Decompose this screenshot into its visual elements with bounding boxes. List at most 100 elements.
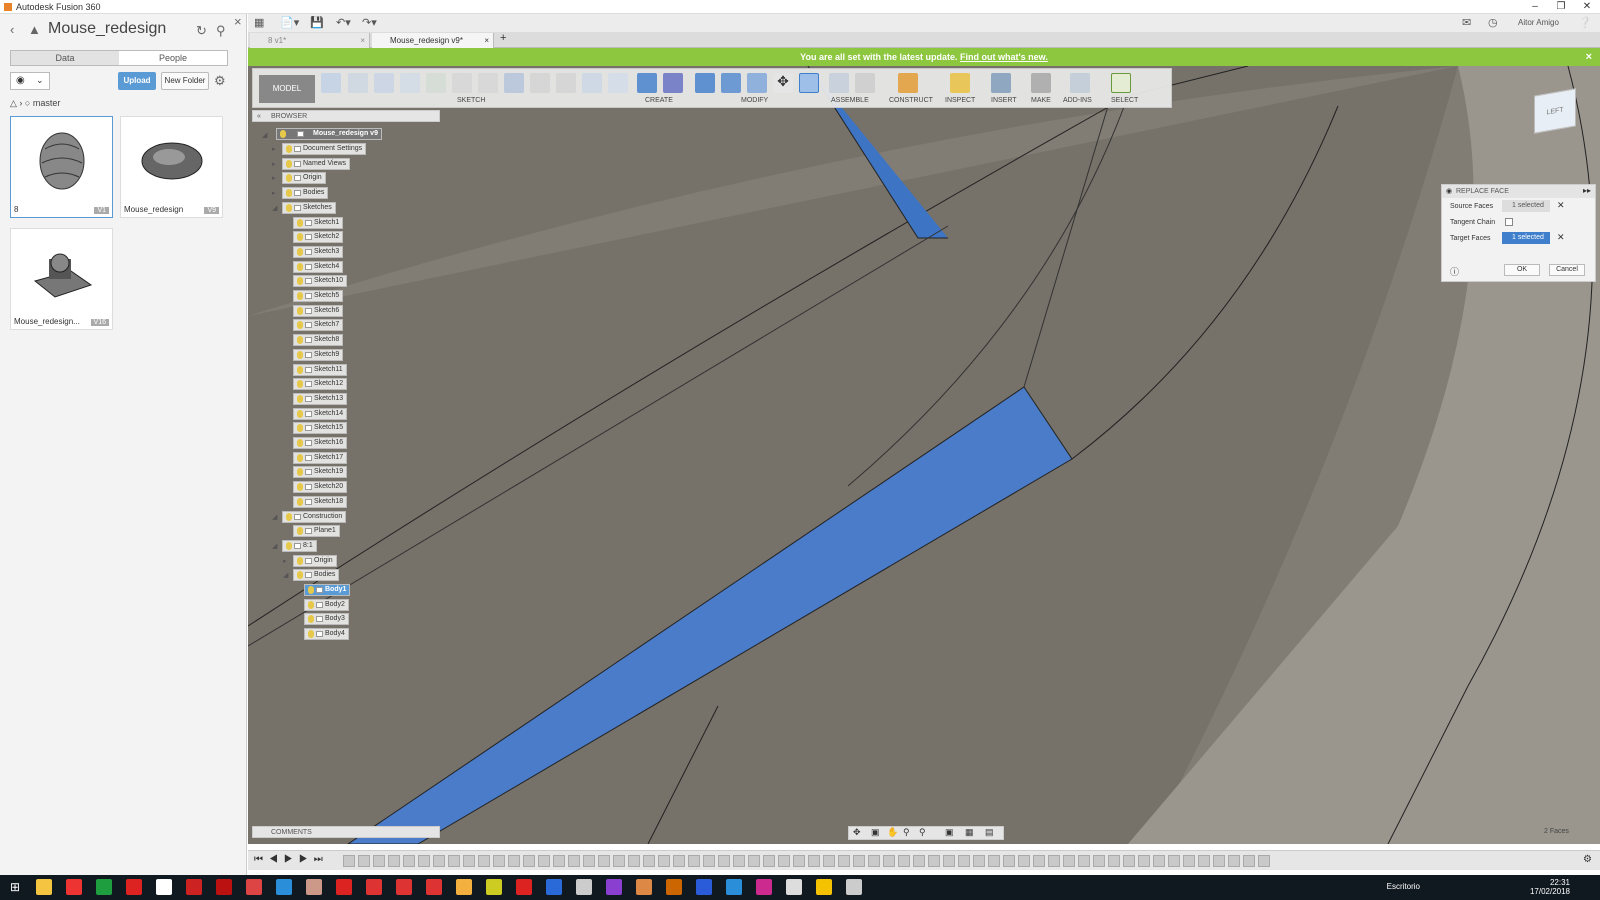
timeline-feature-icon[interactable]	[583, 855, 595, 867]
select-icon[interactable]	[1111, 73, 1131, 93]
view-toggle-button[interactable]: ◉ ⌄	[10, 72, 50, 90]
timeline-feature-icon[interactable]	[553, 855, 565, 867]
timeline-feature-icon[interactable]	[388, 855, 400, 867]
timeline-feature-icon[interactable]	[1228, 855, 1240, 867]
visibility-bulb-icon[interactable]	[286, 512, 292, 521]
visibility-bulb-icon[interactable]	[297, 306, 303, 315]
tab-people[interactable]: People	[119, 51, 227, 65]
timeline-features[interactable]	[343, 855, 1523, 867]
taskbar-app-icon[interactable]	[486, 879, 502, 895]
timeline-feature-icon[interactable]	[778, 855, 790, 867]
taskbar-app-icon[interactable]	[36, 879, 52, 895]
visibility-bulb-icon[interactable]	[308, 600, 314, 609]
browser-node[interactable]: Sketch7	[293, 319, 344, 332]
timeline-feature-icon[interactable]	[1243, 855, 1255, 867]
timeline-feature-icon[interactable]	[1213, 855, 1225, 867]
close-banner-icon[interactable]: ×	[1586, 48, 1592, 66]
timeline-feature-icon[interactable]	[688, 855, 700, 867]
expand-arrow-icon[interactable]: ◢	[272, 542, 277, 550]
browser-node[interactable]: Sketch11	[293, 363, 347, 376]
modify-menu[interactable]: MODIFY	[741, 97, 768, 104]
visibility-bulb-icon[interactable]	[286, 174, 292, 183]
notifications-icon[interactable]: ✉	[1462, 16, 1471, 29]
orbit-icon[interactable]: ✥	[853, 827, 861, 838]
offset-plane-icon[interactable]	[898, 73, 918, 93]
timeline-feature-icon[interactable]	[1078, 855, 1090, 867]
model-canvas[interactable]	[248, 66, 1600, 844]
timeline-feature-icon[interactable]	[478, 855, 490, 867]
joint-icon[interactable]	[855, 73, 875, 93]
browser-node[interactable]: Bodies	[293, 569, 340, 582]
timeline-feature-icon[interactable]	[763, 855, 775, 867]
visibility-bulb-icon[interactable]	[297, 233, 303, 242]
project-share-icon[interactable]: ▲	[28, 22, 41, 37]
visibility-bulb-icon[interactable]	[297, 292, 303, 300]
taskbar-app-icon[interactable]	[666, 879, 682, 895]
visibility-bulb-icon[interactable]	[297, 380, 303, 389]
visibility-bulb-icon[interactable]	[297, 424, 303, 433]
taskbar-app-icon[interactable]	[786, 879, 802, 895]
replace-face-icon[interactable]	[799, 73, 819, 93]
timeline-feature-icon[interactable]	[868, 855, 880, 867]
timeline-feature-icon[interactable]	[958, 855, 970, 867]
browser-node[interactable]: Construction	[282, 510, 347, 523]
timeline-feature-icon[interactable]	[1093, 855, 1105, 867]
job-status-icon[interactable]: ◷	[1488, 16, 1498, 29]
browser-node[interactable]: Sketch18	[293, 495, 348, 508]
taskbar-app-icon[interactable]	[636, 879, 652, 895]
timeline-feature-icon[interactable]	[1123, 855, 1135, 867]
taskbar-app-icon[interactable]	[606, 879, 622, 895]
timeline-feature-icon[interactable]	[733, 855, 745, 867]
visibility-bulb-icon[interactable]	[308, 586, 314, 594]
visibility-bulb-icon[interactable]	[297, 453, 303, 462]
visibility-bulb-icon[interactable]	[297, 247, 303, 256]
browser-node[interactable]: Named Views	[282, 157, 351, 170]
visibility-bulb-icon[interactable]	[297, 439, 303, 447]
timeline-feature-icon[interactable]	[598, 855, 610, 867]
timeline-feature-icon[interactable]	[748, 855, 760, 867]
taskbar-app-icon[interactable]	[696, 879, 712, 895]
visibility-bulb-icon[interactable]	[308, 615, 314, 624]
line-icon[interactable]	[530, 73, 550, 93]
expand-arrow-icon[interactable]: ◢	[272, 204, 277, 212]
timeline-feature-icon[interactable]	[1153, 855, 1165, 867]
inspect-menu[interactable]: INSPECT	[945, 97, 975, 104]
clear-target-icon[interactable]: ✕	[1557, 232, 1565, 243]
timeline-feature-icon[interactable]	[463, 855, 475, 867]
assemble-menu[interactable]: ASSEMBLE	[831, 97, 869, 104]
grid-settings-icon[interactable]: ▦	[965, 827, 974, 838]
close-tab-icon[interactable]: ×	[360, 33, 365, 48]
browser-node[interactable]: Sketch4	[293, 260, 344, 273]
insert-menu[interactable]: INSERT	[991, 97, 1017, 104]
taskbar-app-icon[interactable]	[516, 879, 532, 895]
timeline-playback-icon[interactable]: ⏮◀▶▶⏭	[254, 854, 329, 865]
expand-arrow-icon[interactable]: ▸	[272, 174, 276, 182]
spline-icon[interactable]	[582, 73, 602, 93]
sketch-menu[interactable]: SKETCH	[457, 97, 485, 104]
timeline-feature-icon[interactable]	[613, 855, 625, 867]
browser-node[interactable]: Body2	[304, 598, 349, 611]
browser-node[interactable]: 8:1	[282, 539, 317, 552]
timeline-feature-icon[interactable]	[568, 855, 580, 867]
timeline-feature-icon[interactable]	[493, 855, 505, 867]
fillet-sketch-icon[interactable]	[426, 73, 446, 93]
taskbar-app-icon[interactable]	[216, 879, 232, 895]
timeline-feature-icon[interactable]	[433, 855, 445, 867]
3d-viewport[interactable]	[248, 66, 1600, 844]
browser-node[interactable]: Sketch3	[293, 245, 344, 258]
create-menu[interactable]: CREATE	[645, 97, 673, 104]
file-thumbnail[interactable]: Mouse_redesign... V16	[10, 228, 113, 330]
document-tab[interactable]: 8 v1* ×	[250, 33, 370, 48]
timeline-settings-icon[interactable]: ⚙	[1583, 854, 1592, 865]
viewports-icon[interactable]: ▤	[985, 827, 994, 838]
expand-arrow-icon[interactable]: ▸	[272, 160, 276, 168]
upload-button[interactable]: Upload	[118, 72, 156, 90]
visibility-bulb-icon[interactable]	[297, 277, 303, 286]
timeline-feature-icon[interactable]	[898, 855, 910, 867]
timeline-feature-icon[interactable]	[418, 855, 430, 867]
timeline-feature-icon[interactable]	[448, 855, 460, 867]
timeline-feature-icon[interactable]	[523, 855, 535, 867]
close-tab-icon[interactable]: ×	[484, 33, 489, 48]
user-menu[interactable]: Aitor Amigo	[1518, 18, 1559, 27]
rectangle-icon[interactable]	[374, 73, 394, 93]
